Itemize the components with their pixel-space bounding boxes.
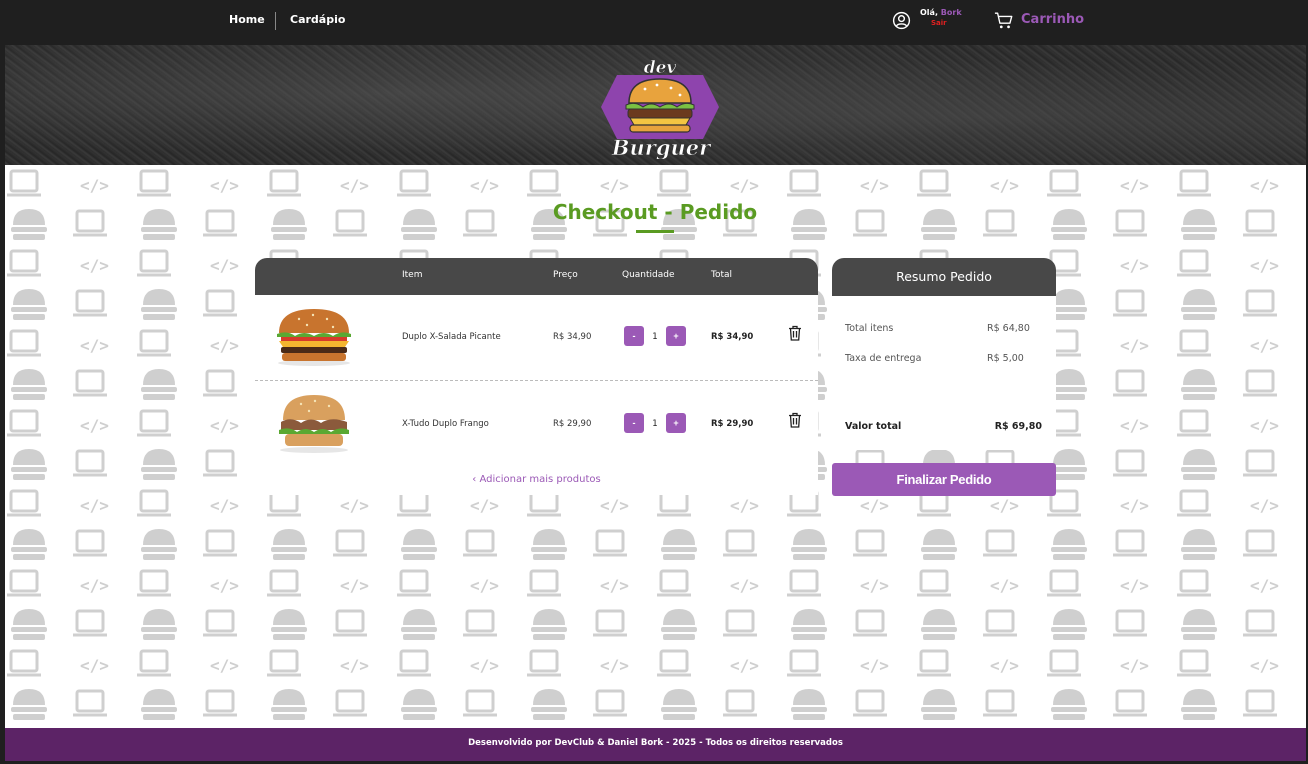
decrease-quantity-button[interactable]: - <box>624 326 644 346</box>
cart-table-header: Item Preço Quantidade Total <box>255 258 818 295</box>
row-item-name: X-Tudo Duplo Frango <box>402 419 489 429</box>
summary-delivery-label: Taxa de entrega <box>845 353 922 364</box>
row-price: R$ 29,90 <box>553 419 592 429</box>
nav-menu-link[interactable]: Cardápio <box>290 13 345 26</box>
summary-total-label: Valor total <box>845 421 902 432</box>
row-item-name: Duplo X-Salada Picante <box>402 332 501 342</box>
trash-icon[interactable] <box>788 412 802 428</box>
product-image-x-tudo-duplo-frango <box>279 395 349 453</box>
summary-delivery-value: R$ 5,00 <box>987 353 1024 364</box>
header-item: Item <box>402 270 423 280</box>
top-navbar: Home Cardápio Olá, Bork Sair Carrinho <box>0 0 1308 45</box>
quantity-value: 1 <box>652 332 658 342</box>
decrease-quantity-button[interactable]: - <box>624 413 644 433</box>
header-price: Preço <box>553 270 578 280</box>
summary-items-label: Total itens <box>845 323 894 334</box>
cart-icon[interactable] <box>994 11 1014 30</box>
table-row: X-Tudo Duplo Frango R$ 29,90 - 1 + R$ 29… <box>255 382 818 468</box>
logo-bottom-text: Burguer <box>611 135 712 159</box>
order-summary: Resumo Pedido Total itens R$ 64,80 Taxa … <box>832 258 1056 450</box>
logout-link[interactable]: Sair <box>931 19 947 27</box>
table-row: Duplo X-Salada Picante R$ 34,90 - 1 + R$… <box>255 295 818 381</box>
footer: Desenvolvido por DevClub & Daniel Bork -… <box>5 728 1306 761</box>
header-total: Total <box>711 270 733 280</box>
finalize-order-button[interactable]: Finalizar Pedido <box>832 463 1056 496</box>
summary-title: Resumo Pedido <box>832 258 1056 296</box>
nav-divider <box>275 12 276 30</box>
header-quantity: Quantidade <box>622 270 675 280</box>
greeting-text: Olá, <box>920 8 938 17</box>
user-circle-icon[interactable] <box>892 11 911 30</box>
cart-table: Item Preço Quantidade Total Duplo X-Sala… <box>255 258 818 495</box>
increase-quantity-button[interactable]: + <box>666 326 686 346</box>
main-content: </> Checkout - Pedido Item Preço Quantid… <box>5 165 1306 728</box>
increase-quantity-button[interactable]: + <box>666 413 686 433</box>
page-title: Checkout - Pedido <box>552 200 758 224</box>
dev-burguer-logo[interactable]: dev Burguer <box>595 55 725 159</box>
hero-banner: dev Burguer <box>5 45 1306 165</box>
footer-text: Desenvolvido por DevClub & Daniel Bork -… <box>468 738 843 748</box>
summary-total-value: R$ 69,80 <box>994 421 1042 432</box>
row-total: R$ 29,90 <box>711 419 754 429</box>
user-greeting: Olá, Bork <box>920 8 962 18</box>
trash-icon[interactable] <box>788 325 802 341</box>
user-name: Bork <box>940 8 962 17</box>
logo-top-text: dev <box>644 58 678 78</box>
row-price: R$ 34,90 <box>553 332 592 342</box>
row-total: R$ 34,90 <box>711 332 754 342</box>
add-more-products-link[interactable]: ‹ Adicionar mais produtos <box>255 474 818 485</box>
product-image-duplo-x-salada <box>277 309 351 366</box>
quantity-value: 1 <box>652 419 658 429</box>
nav-home-link[interactable]: Home <box>229 13 265 26</box>
summary-items-value: R$ 64,80 <box>987 323 1030 334</box>
title-underline <box>636 230 674 233</box>
cart-link[interactable]: Carrinho <box>1021 12 1084 27</box>
